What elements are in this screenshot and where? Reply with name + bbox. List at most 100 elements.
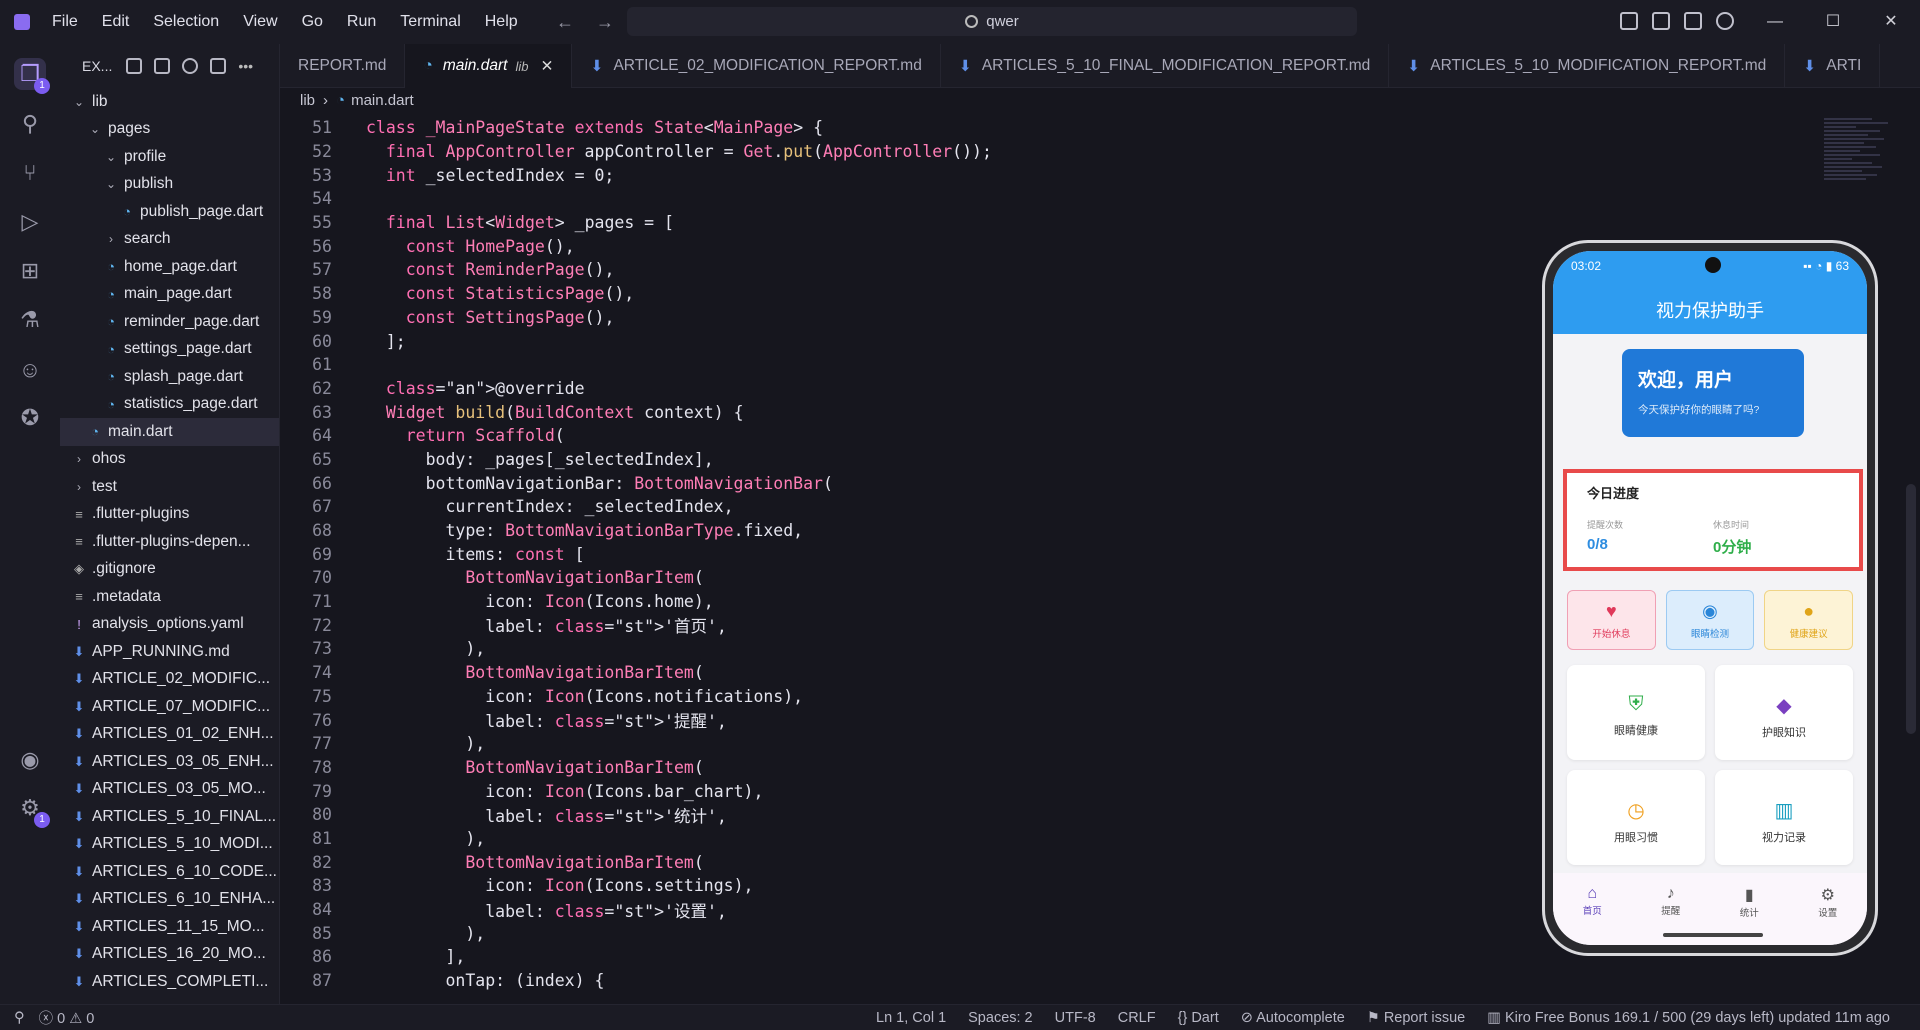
tree-file[interactable]: ≡ .flutter-plugins xyxy=(60,501,279,529)
account-icon[interactable]: ◉ xyxy=(14,744,46,776)
editor-tab[interactable]: ⬇ ARTICLES_5_10_MODIFICATION_REPORT.md xyxy=(1389,44,1786,88)
editor-tab[interactable]: REPORT.md xyxy=(280,44,406,88)
tree-file[interactable]: ! analysis_options.yaml xyxy=(60,611,279,639)
toggle-sidebar-icon[interactable] xyxy=(1652,12,1670,30)
eye-knowledge-card[interactable]: ◆ 护眼知识 xyxy=(1715,665,1853,760)
minimize-icon[interactable]: — xyxy=(1746,0,1804,44)
maximize-icon[interactable]: ☐ xyxy=(1804,0,1862,44)
editor-tab[interactable]: ◔ main.dart lib ✕ xyxy=(405,44,573,88)
extensions-icon[interactable]: ⊞ xyxy=(14,255,46,287)
close-tab-icon[interactable]: ✕ xyxy=(540,57,553,76)
tree-file[interactable]: ⬇ ARTICLES_5_10_FINAL... xyxy=(60,803,279,831)
tree-folder[interactable]: › ohos xyxy=(60,446,279,474)
nav-home[interactable]: ⌂ 首页 xyxy=(1583,885,1602,945)
tree-file[interactable]: ◔ settings_page.dart xyxy=(60,336,279,364)
remote-icon[interactable]: ✪ xyxy=(14,402,46,434)
cursor-position[interactable]: Ln 1, Col 1 xyxy=(876,1010,946,1026)
menu-item-edit[interactable]: Edit xyxy=(102,13,130,31)
command-search-input[interactable]: qwer xyxy=(627,7,1357,36)
nav-settings[interactable]: ⚙ 设置 xyxy=(1818,885,1837,945)
menu-item-terminal[interactable]: Terminal xyxy=(400,13,460,31)
tree-file[interactable]: ≡ .metadata xyxy=(60,583,279,611)
settings-gear-icon[interactable]: ⚙ 1 xyxy=(14,792,50,828)
code-line[interactable]: 53 int _selectedIndex = 0; xyxy=(280,163,1920,187)
editor-tab[interactable]: ⬇ ARTICLE_02_MODIFICATION_REPORT.md xyxy=(572,44,941,88)
encoding[interactable]: UTF-8 xyxy=(1055,1010,1096,1026)
menu-item-file[interactable]: File xyxy=(52,13,78,31)
indentation[interactable]: Spaces: 2 xyxy=(968,1010,1033,1026)
tree-file[interactable]: ⬇ ARTICLE_07_MODIFIC... xyxy=(60,693,279,721)
tree-file[interactable]: ⬇ ARTICLES_11_15_MO... xyxy=(60,913,279,941)
code-line[interactable]: 87 onTap: (index) { xyxy=(280,969,1920,993)
code-line[interactable]: 51 class _MainPageState extends State<Mai… xyxy=(280,116,1920,140)
refresh-icon[interactable] xyxy=(182,58,199,74)
tree-file[interactable]: ◔ main.dart xyxy=(60,418,279,446)
chat-icon[interactable] xyxy=(1716,12,1734,30)
tree-file[interactable]: ⬇ ARTICLES_6_10_ENHA... xyxy=(60,886,279,914)
editor-tab[interactable]: ⬇ ARTICLES_5_10_FINAL_MODIFICATION_REPORT… xyxy=(941,44,1390,88)
language-mode[interactable]: {} Dart xyxy=(1178,1010,1219,1026)
kiro-icon[interactable]: ☺ xyxy=(14,354,46,386)
bonus-status[interactable]: ▥ Kiro Free Bonus 169.1 / 500 (29 days l… xyxy=(1487,1010,1890,1026)
tree-file[interactable]: ⬇ APP_RUNNING.md xyxy=(60,638,279,666)
toggle-panel-icon[interactable] xyxy=(1684,12,1702,30)
more-icon[interactable]: ••• xyxy=(238,58,253,74)
tree-file[interactable]: ⬇ ARTICLES_03_05_ENH... xyxy=(60,748,279,776)
tree-file[interactable]: ⬇ ARTICLES_COMPLETI... xyxy=(60,968,279,996)
code-line[interactable]: 55 final List<Widget> _pages = [ xyxy=(280,211,1920,235)
line-ending[interactable]: CRLF xyxy=(1118,1010,1156,1026)
run-debug-icon[interactable]: ▷ xyxy=(14,206,46,238)
menu-item-selection[interactable]: Selection xyxy=(153,13,219,31)
problems-indicator[interactable]: ⓧ 0 ⚠ 0 xyxy=(39,1007,95,1028)
tree-file[interactable]: ◔ publish_page.dart xyxy=(60,198,279,226)
code-line[interactable]: 52 final AppController appController = G… xyxy=(280,140,1920,164)
tree-folder[interactable]: ⌄ profile xyxy=(60,143,279,171)
menu-item-view[interactable]: View xyxy=(243,13,277,31)
eye-health-card[interactable]: ⛨ 眼睛健康 xyxy=(1567,665,1705,760)
collapse-all-icon[interactable] xyxy=(210,58,227,74)
code-line[interactable]: 54 xyxy=(280,187,1920,211)
new-folder-icon[interactable] xyxy=(154,58,171,74)
start-rest-button[interactable]: ♥ 开始休息 xyxy=(1567,590,1656,650)
health-tips-button[interactable]: ● 健康建议 xyxy=(1764,590,1854,650)
tree-folder[interactable]: ⌄ pages xyxy=(60,116,279,144)
forward-arrow-icon[interactable]: → xyxy=(596,12,614,33)
tree-folder[interactable]: ⌄ publish xyxy=(60,171,279,199)
report-issue[interactable]: ⚑ Report issue xyxy=(1367,1010,1465,1026)
search-icon[interactable]: ⚲ xyxy=(14,108,46,140)
menu-item-run[interactable]: Run xyxy=(347,13,376,31)
autocomplete-status[interactable]: ⊘ Autocomplete xyxy=(1241,1010,1345,1026)
breadcrumb-file[interactable]: main.dart xyxy=(351,92,414,109)
breadcrumb-folder[interactable]: lib xyxy=(300,92,315,109)
tree-folder[interactable]: › test xyxy=(60,473,279,501)
vertical-scrollbar[interactable] xyxy=(1906,484,1916,734)
tree-file[interactable]: ◔ reminder_page.dart xyxy=(60,308,279,336)
menu-item-help[interactable]: Help xyxy=(485,13,518,31)
editor-tab[interactable]: ⬇ ARTI xyxy=(1785,44,1881,88)
tree-file[interactable]: ◔ splash_page.dart xyxy=(60,363,279,391)
tree-file[interactable]: ⬇ ARTICLES_5_10_MODI... xyxy=(60,831,279,859)
tree-folder[interactable]: › search xyxy=(60,226,279,254)
tree-file[interactable]: ⬇ ARTICLE_02_MODIFIC... xyxy=(60,666,279,694)
source-control-icon[interactable]: ⑂ xyxy=(14,157,46,189)
testing-icon[interactable]: ⚗ xyxy=(14,304,46,336)
menu-item-go[interactable]: Go xyxy=(302,13,323,31)
back-arrow-icon[interactable]: ← xyxy=(556,12,574,33)
remote-status-icon[interactable]: ⚲ xyxy=(14,1010,25,1026)
new-file-icon[interactable] xyxy=(126,58,143,74)
tree-file[interactable]: ⬇ ARTICLES_01_02_ENH... xyxy=(60,721,279,749)
tree-file[interactable]: ◔ home_page.dart xyxy=(60,253,279,281)
tree-file[interactable]: ⬇ ARTICLES_6_10_CODE... xyxy=(60,858,279,886)
tree-file[interactable]: ⬇ ARTICLES_03_05_MO... xyxy=(60,776,279,804)
tree-file[interactable]: ◈ .gitignore xyxy=(60,556,279,584)
vision-record-card[interactable]: ▥ 视力记录 xyxy=(1715,770,1853,865)
eye-habits-card[interactable]: ◷ 用眼习惯 xyxy=(1567,770,1705,865)
explorer-icon[interactable]: ❐ 1 xyxy=(14,58,50,94)
customize-layout-icon[interactable] xyxy=(1620,12,1638,30)
close-icon[interactable]: ✕ xyxy=(1862,0,1920,44)
eye-test-button[interactable]: ◉ 眼睛检测 xyxy=(1665,590,1755,650)
tree-folder[interactable]: ⌄ lib xyxy=(60,88,279,116)
tree-file[interactable]: ◔ main_page.dart xyxy=(60,281,279,309)
tree-file[interactable]: ≡ .flutter-plugins-depen... xyxy=(60,528,279,556)
tree-file[interactable]: ⬇ ARTICLES_16_20_MO... xyxy=(60,941,279,969)
